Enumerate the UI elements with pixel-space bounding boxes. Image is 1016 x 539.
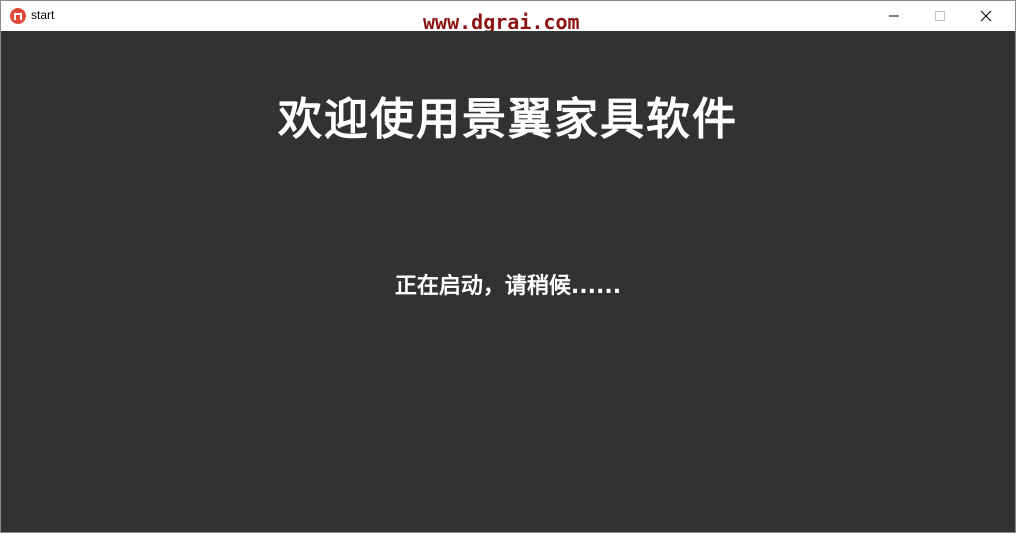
title-bar[interactable]: start www.dgrai.com: [1, 1, 1015, 34]
close-button[interactable]: [963, 1, 1009, 31]
maximize-button[interactable]: [917, 1, 963, 31]
maximize-icon: [935, 11, 945, 21]
welcome-heading: 欢迎使用景翼家具软件: [278, 94, 738, 145]
splash-screen: 欢迎使用景翼家具软件 正在启动，请稍候......: [1, 31, 1015, 532]
close-icon: [980, 10, 992, 22]
window-title: start: [31, 8, 55, 22]
app-window: start www.dgrai.com 欢迎使用景翼家具软件 正在启动，请稍候.…: [0, 0, 1016, 533]
app-logo-icon: [10, 8, 26, 24]
minimize-icon: [889, 15, 899, 17]
minimize-button[interactable]: [871, 1, 917, 31]
loading-message: 正在启动，请稍候......: [394, 274, 622, 299]
